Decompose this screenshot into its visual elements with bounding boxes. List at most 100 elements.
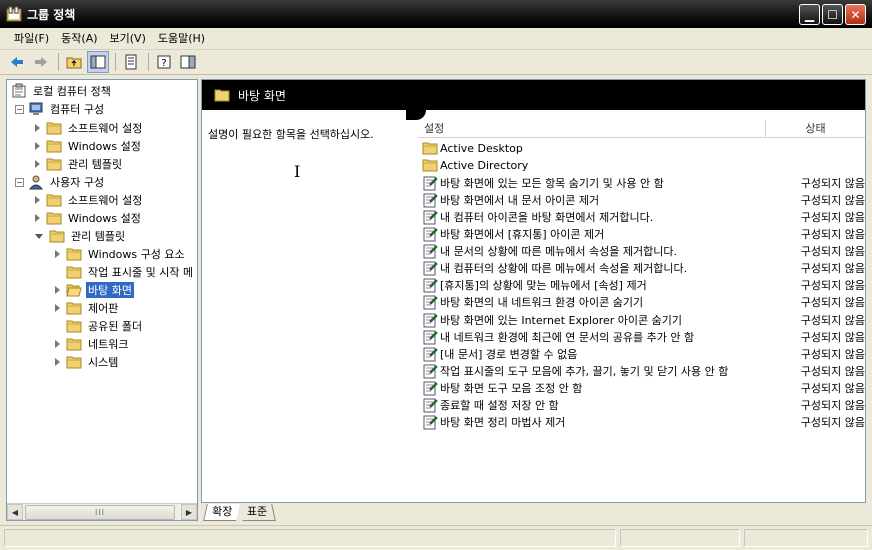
- menu-action[interactable]: 동작(A): [55, 29, 103, 49]
- list-item[interactable]: [휴지통]의 상황에 맞는 메뉴에서 [속성] 제거 구성되지 않음: [418, 277, 865, 294]
- toolbar-separator: [148, 53, 149, 71]
- list-item[interactable]: 바탕 화면에 있는 Internet Explorer 아이콘 숨기기 구성되지 …: [418, 311, 865, 328]
- tab-extended[interactable]: 확장: [203, 504, 241, 521]
- list-item[interactable]: Active Directory: [418, 157, 865, 174]
- minimize-icon: ▁: [804, 7, 815, 22]
- expand-arrow-icon[interactable]: [55, 250, 60, 258]
- expand-arrow-icon[interactable]: [35, 124, 40, 132]
- list-item[interactable]: 바탕 화면에 있는 모든 항목 숨기기 및 사용 안 함 구성되지 않음: [418, 174, 865, 191]
- show-hide-tree-button[interactable]: [87, 51, 109, 73]
- tree-item-label: Windows 설정: [68, 140, 141, 153]
- text-cursor-icon: I: [294, 162, 301, 181]
- list-item[interactable]: 바탕 화면에서 내 문서 아이콘 제거 구성되지 않음: [418, 191, 865, 208]
- tree-item[interactable]: 소프트웨어 설정: [35, 191, 144, 209]
- toolbar: ?: [0, 50, 872, 75]
- description-text: 설명이 필요한 항목을 선택하십시오.: [208, 128, 374, 141]
- list-header: 설정 상태: [418, 120, 865, 138]
- list-item[interactable]: 내 컴퓨터의 상황에 따른 메뉴에서 속성을 제거합니다. 구성되지 않음: [418, 260, 865, 277]
- collapse-arrow-icon[interactable]: [35, 233, 43, 239]
- tree-item[interactable]: − 사용자 구성: [15, 173, 106, 191]
- tree-item[interactable]: 관리 템플릿: [35, 155, 124, 173]
- folder-icon: [66, 319, 82, 333]
- list-item[interactable]: 내 컴퓨터 아이콘을 바탕 화면에서 제거합니다. 구성되지 않음: [418, 208, 865, 225]
- setting-name: 내 네트워크 환경에 최근에 연 문서의 공유를 추가 안 함: [440, 330, 695, 344]
- tree-item[interactable]: 소프트웨어 설정: [35, 119, 144, 137]
- list-item[interactable]: Active Desktop: [418, 140, 865, 157]
- export-list-button[interactable]: [120, 51, 142, 73]
- tree-horizontal-scrollbar[interactable]: ◀ III ▶: [7, 503, 197, 520]
- help-button[interactable]: ?: [153, 51, 175, 73]
- status-cell-main: [4, 529, 616, 547]
- expand-arrow-icon[interactable]: [55, 286, 60, 294]
- collapse-icon[interactable]: −: [15, 177, 24, 187]
- tree-item[interactable]: Windows 설정: [35, 137, 143, 155]
- scroll-right-icon[interactable]: ▶: [181, 504, 197, 520]
- tree-item[interactable]: 시스템: [55, 353, 120, 371]
- tree-item[interactable]: 바탕 화면: [55, 281, 134, 299]
- expand-arrow-icon[interactable]: [35, 196, 40, 204]
- expand-arrow-icon[interactable]: [35, 142, 40, 150]
- menu-file[interactable]: 파일(F): [8, 29, 55, 49]
- tree-item-label: 컴퓨터 구성: [50, 103, 105, 116]
- list-item[interactable]: 바탕 화면 도구 모음 조정 안 함 구성되지 않음: [418, 379, 865, 396]
- menu-help[interactable]: 도움말(H): [152, 29, 211, 49]
- scroll-left-icon[interactable]: ◀: [7, 504, 23, 520]
- expand-arrow-icon[interactable]: [55, 304, 60, 312]
- setting-state: 구성되지 않음: [800, 296, 865, 310]
- status-bar: [0, 525, 872, 550]
- tree-item-label: Windows 설정: [68, 212, 141, 225]
- list-item[interactable]: 종료할 때 설정 저장 안 함 구성되지 않음: [418, 397, 865, 414]
- setting-state: 구성되지 않음: [800, 279, 865, 293]
- tree-item[interactable]: − 컴퓨터 구성: [15, 100, 106, 118]
- expand-arrow-icon[interactable]: [55, 358, 60, 366]
- scroll-thumb[interactable]: III: [25, 505, 175, 520]
- tree-item[interactable]: 제어판: [55, 299, 120, 317]
- tree-item[interactable]: 작업 표시줄 및 시작 메: [55, 263, 195, 281]
- folder-icon: [46, 211, 62, 225]
- expand-arrow-icon[interactable]: [55, 340, 60, 348]
- up-one-level-button[interactable]: [63, 51, 85, 73]
- user-icon: [28, 174, 44, 190]
- svg-text:?: ?: [161, 58, 166, 69]
- collapse-icon[interactable]: −: [15, 104, 24, 114]
- forward-button[interactable]: [30, 51, 52, 73]
- column-header-state[interactable]: 상태: [766, 120, 865, 138]
- group-policy-icon: [6, 6, 22, 22]
- tree-item[interactable]: 공유된 폴더: [55, 317, 144, 335]
- tab-standard[interactable]: 표준: [239, 504, 277, 521]
- list-item[interactable]: [내 문서] 경로 변경할 수 없음 구성되지 않음: [418, 345, 865, 362]
- folder-icon: [66, 247, 82, 261]
- setting-state: 구성되지 않음: [800, 364, 865, 378]
- back-button[interactable]: [6, 51, 28, 73]
- setting-name: 바탕 화면에서 [휴지통] 아이콘 제거: [440, 228, 605, 241]
- tree-item[interactable]: Windows 설정: [35, 209, 143, 227]
- setting-state: 구성되지 않음: [800, 245, 865, 259]
- folder-icon: [422, 158, 438, 174]
- folder-icon: [66, 301, 82, 315]
- column-header-setting[interactable]: 설정: [418, 120, 766, 138]
- list-item[interactable]: 내 네트워크 환경에 최근에 연 문서의 공유를 추가 안 함 구성되지 않음: [418, 328, 865, 345]
- tree-item-label: 관리 템플릿: [68, 158, 123, 171]
- menu-view[interactable]: 보기(V): [104, 29, 152, 49]
- tree-item[interactable]: 로컬 컴퓨터 정책: [11, 82, 113, 100]
- policy-icon: [11, 83, 27, 99]
- minimize-button[interactable]: ▁: [799, 4, 820, 25]
- policy-setting-icon: [422, 243, 438, 259]
- setting-state: 구성되지 않음: [800, 416, 865, 430]
- expand-arrow-icon[interactable]: [35, 160, 40, 168]
- list-item[interactable]: 작업 표시줄의 도구 모음에 추가, 끌기, 놓기 및 닫기 사용 안 함 구성되…: [418, 362, 865, 379]
- list-item[interactable]: 바탕 화면의 내 네트워크 환경 아이콘 숨기기 구성되지 않음: [418, 294, 865, 311]
- list-item[interactable]: 바탕 화면 정리 마법사 제거 구성되지 않음: [418, 414, 865, 431]
- setting-state: 구성되지 않음: [800, 228, 865, 241]
- close-button[interactable]: ✕: [845, 4, 866, 25]
- tree-item[interactable]: 관리 템플릿: [35, 227, 127, 245]
- list-item[interactable]: 바탕 화면에서 [휴지통] 아이콘 제거 구성되지 않음: [418, 226, 865, 243]
- tree-item[interactable]: 네트워크: [55, 335, 130, 353]
- folder-icon: [46, 139, 62, 153]
- list-item[interactable]: 내 문서의 상황에 따른 메뉴에서 속성을 제거합니다. 구성되지 않음: [418, 243, 865, 260]
- tree-item[interactable]: Windows 구성 요소: [55, 245, 187, 263]
- expand-arrow-icon[interactable]: [35, 214, 40, 222]
- show-hide-action-pane-button[interactable]: [177, 51, 199, 73]
- setting-state: 구성되지 않음: [800, 193, 865, 207]
- maximize-button[interactable]: ☐: [822, 4, 843, 25]
